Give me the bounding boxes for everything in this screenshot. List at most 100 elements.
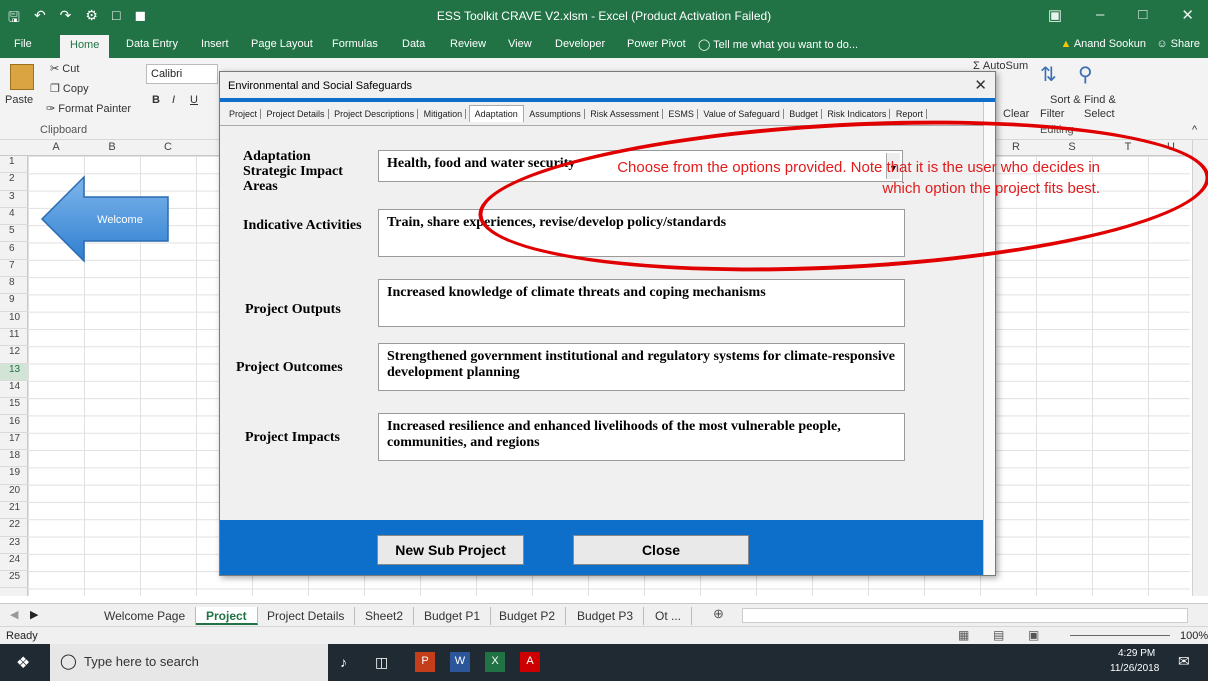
- dialog-tab-value-of-safeguard[interactable]: Value of Safeguard: [700, 109, 784, 119]
- font-name-box[interactable]: Calibri: [146, 64, 218, 84]
- tab-power-pivot[interactable]: Power Pivot: [627, 38, 686, 50]
- paste-button[interactable]: Paste: [5, 94, 33, 106]
- row-header[interactable]: 16: [0, 416, 28, 433]
- column-header[interactable]: C: [140, 141, 196, 153]
- word-icon[interactable]: W: [450, 652, 470, 672]
- tab-page-layout[interactable]: Page Layout: [251, 38, 313, 50]
- dialog-tab-esms[interactable]: ESMS: [665, 109, 698, 119]
- powerpoint-icon[interactable]: P: [415, 652, 435, 672]
- clear-button[interactable]: Clear: [1003, 108, 1029, 120]
- dialog-tab-report[interactable]: Report: [892, 109, 927, 119]
- row-header[interactable]: 10: [0, 312, 28, 329]
- tab-developer[interactable]: Developer: [555, 38, 605, 50]
- clock-time[interactable]: 4:29 PM: [1118, 648, 1155, 659]
- dialog-tab-project-descriptions[interactable]: Project Descriptions: [331, 109, 419, 119]
- new-sub-project-button[interactable]: New Sub Project: [377, 535, 524, 565]
- collapse-ribbon-icon[interactable]: ^: [1192, 124, 1197, 136]
- user-account[interactable]: ▲ Anand Sookun: [1060, 38, 1146, 50]
- sheet-tab-budget-p2[interactable]: Budget P2: [489, 607, 567, 625]
- dialog-tab-risk-assessment[interactable]: Risk Assessment: [587, 109, 663, 119]
- row-header[interactable]: 6: [0, 243, 28, 260]
- tab-review[interactable]: Review: [450, 38, 486, 50]
- sheet-tab-project-details[interactable]: Project Details: [257, 607, 356, 625]
- dialog-tab-project-details[interactable]: Project Details: [263, 109, 329, 119]
- tab-data-entry[interactable]: Data Entry: [126, 38, 178, 50]
- sheet-tab-welcome-page[interactable]: Welcome Page: [94, 607, 197, 625]
- close-button[interactable]: Close: [573, 535, 749, 565]
- dialog-close-icon[interactable]: ✕: [974, 76, 987, 94]
- row-header[interactable]: 24: [0, 554, 28, 572]
- row-header[interactable]: 12: [0, 346, 28, 364]
- page-break-view-icon[interactable]: ▣: [1028, 628, 1039, 642]
- tab-file[interactable]: File: [14, 38, 32, 50]
- next-sheet-icon[interactable]: ▶: [30, 608, 38, 621]
- row-header[interactable]: 8: [0, 277, 28, 295]
- row-header[interactable]: 17: [0, 433, 28, 451]
- windows-start-icon[interactable]: ❖: [16, 653, 30, 673]
- column-header[interactable]: B: [84, 141, 140, 153]
- task-view-icon[interactable]: ◫: [375, 654, 388, 671]
- dialog-tab-project[interactable]: Project: [226, 109, 262, 119]
- taskbar-search[interactable]: ◯ Type here to search: [50, 644, 328, 681]
- paste-icon[interactable]: [10, 64, 34, 90]
- format-painter-button[interactable]: ✑ Format Painter: [46, 102, 131, 115]
- tab-formulas[interactable]: Formulas: [332, 38, 378, 50]
- project-impacts-field[interactable]: Increased resilience and enhanced liveli…: [378, 413, 905, 461]
- tab-insert[interactable]: Insert: [201, 38, 229, 50]
- column-header[interactable]: A: [28, 141, 84, 153]
- row-header[interactable]: 18: [0, 450, 28, 468]
- row-header[interactable]: 21: [0, 502, 28, 520]
- row-header[interactable]: 15: [0, 398, 28, 416]
- sheet-tab-sheet2[interactable]: Sheet2: [355, 607, 415, 625]
- underline-button[interactable]: U: [190, 94, 198, 106]
- project-outcomes-field[interactable]: Strengthened government institutional an…: [378, 343, 905, 391]
- row-header[interactable]: 23: [0, 537, 28, 554]
- row-header[interactable]: 4: [0, 208, 28, 226]
- find-select-button[interactable]: Find &: [1084, 94, 1116, 106]
- acrobat-icon[interactable]: A: [520, 652, 540, 672]
- add-sheet-icon[interactable]: ⊕: [713, 606, 724, 622]
- dialog-tab-budget[interactable]: Budget: [786, 109, 822, 119]
- normal-view-icon[interactable]: ▦: [958, 628, 969, 642]
- maximize-icon[interactable]: □: [1138, 6, 1147, 24]
- tab-home[interactable]: Home: [60, 35, 110, 58]
- copy-button[interactable]: ❐ Copy: [50, 82, 89, 95]
- dialog-tab-adaptation[interactable]: Adaptation: [468, 105, 524, 122]
- row-header[interactable]: 11: [0, 329, 28, 347]
- ribbon-display-icon[interactable]: ▣: [1048, 6, 1062, 24]
- tell-me-box[interactable]: ◯ Tell me what you want to do...: [698, 38, 858, 51]
- notification-icon[interactable]: ✉: [1178, 653, 1190, 670]
- tab-view[interactable]: View: [508, 38, 532, 50]
- row-header[interactable]: 2: [0, 173, 28, 191]
- dialog-tab-risk-indicators[interactable]: Risk Indicators: [824, 109, 891, 119]
- bold-button[interactable]: B: [152, 94, 160, 106]
- row-header[interactable]: 3: [0, 191, 28, 208]
- sheet-tab-budget-p3[interactable]: Budget P3: [567, 607, 645, 625]
- tab-data[interactable]: Data: [402, 38, 425, 50]
- excel-icon[interactable]: X: [485, 652, 505, 672]
- sort-filter-button[interactable]: Sort &: [1050, 94, 1081, 106]
- close-window-icon[interactable]: ✕: [1181, 6, 1194, 24]
- row-header[interactable]: 20: [0, 485, 28, 502]
- sheet-tab-more[interactable]: Ot ...: [645, 607, 693, 625]
- row-header[interactable]: 7: [0, 260, 28, 278]
- row-header[interactable]: 5: [0, 225, 28, 243]
- minimize-icon[interactable]: –: [1096, 6, 1104, 24]
- sheet-tab-project[interactable]: Project: [196, 607, 258, 625]
- horizontal-scrollbar[interactable]: [742, 608, 1188, 623]
- row-header[interactable]: 13: [0, 363, 28, 381]
- project-outputs-field[interactable]: Increased knowledge of climate threats a…: [378, 279, 905, 327]
- italic-button[interactable]: I: [172, 94, 175, 106]
- share-button[interactable]: ☺ Share: [1156, 38, 1200, 50]
- sheet-tab-budget-p1[interactable]: Budget P1: [414, 607, 492, 625]
- row-header[interactable]: 19: [0, 467, 28, 485]
- row-header[interactable]: 22: [0, 519, 28, 537]
- dialog-tab-mitigation[interactable]: Mitigation: [420, 109, 467, 119]
- dialog-tab-assumptions[interactable]: Assumptions: [526, 109, 585, 119]
- row-header[interactable]: 1: [0, 156, 28, 174]
- row-header[interactable]: 9: [0, 294, 28, 312]
- page-layout-view-icon[interactable]: ▤: [993, 628, 1004, 642]
- welcome-arrow-shape[interactable]: Welcome: [40, 175, 170, 263]
- cut-button[interactable]: ✂ Cut: [50, 62, 79, 75]
- vertical-scrollbar[interactable]: [1192, 140, 1208, 596]
